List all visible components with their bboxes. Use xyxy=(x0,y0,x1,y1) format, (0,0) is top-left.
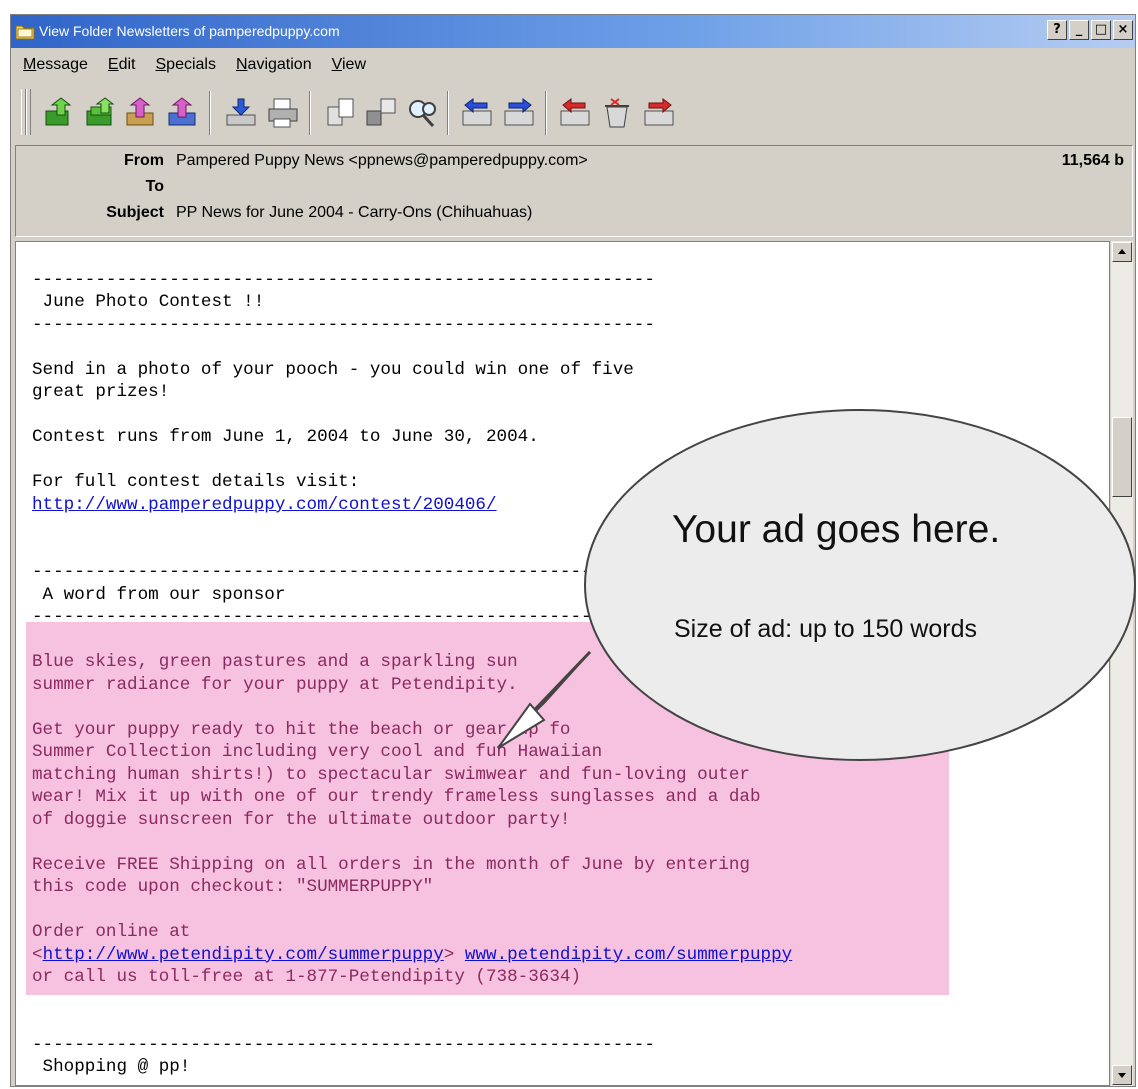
scroll-up-button[interactable] xyxy=(1112,242,1132,262)
divider-line: ----------------------------------------… xyxy=(32,1034,655,1055)
divider-line: ----------------------------------------… xyxy=(32,269,655,290)
close-button[interactable]: × xyxy=(1113,20,1133,40)
sponsor-line: this code upon checkout: "SUMMERPUPPY" xyxy=(32,877,434,897)
message-size: 11,564 b xyxy=(1061,152,1124,169)
message-text: ----------------------------------------… xyxy=(32,246,792,1086)
body-line: Send in a photo of your pooch - you coul… xyxy=(32,359,634,380)
arrow-up-icon xyxy=(1118,249,1126,254)
sponsor-line: of doggie sunscreen for the ultimate out… xyxy=(32,809,571,830)
message-header: From Pampered Puppy News <ppnews@pampere… xyxy=(15,145,1133,237)
sponsor-line: Summer Collection including very cool an… xyxy=(32,742,603,762)
section-heading-sponsor: A word from our sponsor xyxy=(32,584,286,605)
print-icon[interactable] xyxy=(265,95,301,131)
toolbar xyxy=(17,85,1127,141)
forward-icon[interactable] xyxy=(123,95,159,131)
ad-headline: Your ad goes here. xyxy=(672,508,1001,551)
delete-icon[interactable] xyxy=(599,95,635,131)
menu-edit[interactable]: Edit xyxy=(108,56,136,74)
title-bar[interactable]: View Folder Newsletters of pamperedpuppy… xyxy=(11,15,1135,48)
help-button[interactable]: ? xyxy=(1047,20,1067,40)
sponsor-line: or call us toll-free at 1-877-Petendipit… xyxy=(32,967,582,987)
menu-view[interactable]: View xyxy=(332,56,366,74)
toolbar-grip[interactable] xyxy=(26,89,31,135)
sponsor-line: Get your puppy ready to hit the beach or… xyxy=(32,719,571,740)
forward-attach-icon[interactable] xyxy=(165,95,201,131)
body-line: Contest runs from June 1, 2004 to June 3… xyxy=(32,427,539,447)
arrow-down-icon xyxy=(1118,1073,1126,1078)
to-label: To xyxy=(145,178,164,195)
scroll-down-button[interactable] xyxy=(1112,1065,1132,1085)
minimize-button[interactable]: _ xyxy=(1069,20,1089,40)
copy-icon[interactable] xyxy=(323,95,359,131)
find-icon[interactable] xyxy=(405,95,441,131)
menu-specials[interactable]: Specials xyxy=(156,56,216,74)
window-title: View Folder Newsletters of pamperedpuppy… xyxy=(39,23,340,39)
next-message-icon[interactable] xyxy=(501,95,537,131)
from-value[interactable]: Pampered Puppy News <ppnews@pamperedpupp… xyxy=(176,152,588,170)
vertical-scrollbar[interactable] xyxy=(1111,241,1133,1086)
message-body-pane[interactable]: ----------------------------------------… xyxy=(15,241,1110,1086)
folder-icon xyxy=(15,25,35,40)
contest-link[interactable]: http://www.pamperedpuppy.com/contest/200… xyxy=(32,495,497,515)
petendipity-link[interactable]: http://www.petendipity.com/summerpuppy xyxy=(43,945,444,965)
toolbar-separator xyxy=(545,91,547,135)
ad-size-note: Size of ad: up to 150 words xyxy=(674,615,977,643)
subject-label: Subject xyxy=(106,204,164,221)
body-line: For full contest details visit: xyxy=(32,472,360,492)
save-icon[interactable] xyxy=(223,95,259,131)
sponsor-line: summer radiance for your puppy at Petend… xyxy=(32,674,518,695)
sponsor-line: Order online at xyxy=(32,922,191,942)
divider-line: ----------------------------------------… xyxy=(32,562,655,582)
reply-icon[interactable] xyxy=(41,95,77,131)
move-icon[interactable] xyxy=(363,95,399,131)
sponsor-line: Receive FREE Shipping on all orders in t… xyxy=(32,854,750,875)
prev-message-icon[interactable] xyxy=(459,95,495,131)
subject-value: PP News for June 2004 - Carry-Ons (Chihu… xyxy=(176,204,533,221)
from-label: From xyxy=(124,152,164,169)
sponsor-line: matching human shirts!) to spectacular s… xyxy=(32,764,750,785)
toolbar-separator xyxy=(447,91,449,135)
section-heading-contest: June Photo Contest !! xyxy=(32,292,265,312)
toolbar-separator xyxy=(309,91,311,135)
sponsor-line: wear! Mix it up with one of our trendy f… xyxy=(32,787,761,807)
divider-line: ----------------------------------------… xyxy=(32,1079,792,1086)
toolbar-separator xyxy=(209,91,211,135)
sponsor-line: Blue skies, green pastures and a sparkli… xyxy=(32,652,518,672)
prev-unread-icon[interactable] xyxy=(557,95,593,131)
divider-line: ----------------------------------------… xyxy=(32,314,655,335)
menu-navigation[interactable]: Navigation xyxy=(236,56,312,74)
scroll-thumb[interactable] xyxy=(1112,417,1132,497)
maximize-button[interactable]: □ xyxy=(1091,20,1111,40)
body-line: great prizes! xyxy=(32,382,170,402)
menu-message[interactable]: Message xyxy=(23,56,88,74)
menu-bar: Message Edit Specials Navigation View xyxy=(11,51,366,79)
petendipity-link-short[interactable]: www.petendipity.com/summerpuppy xyxy=(465,945,792,965)
section-heading-shopping: Shopping @ pp! xyxy=(32,1057,191,1077)
next-unread-icon[interactable] xyxy=(641,95,677,131)
reply-all-icon[interactable] xyxy=(83,95,119,131)
